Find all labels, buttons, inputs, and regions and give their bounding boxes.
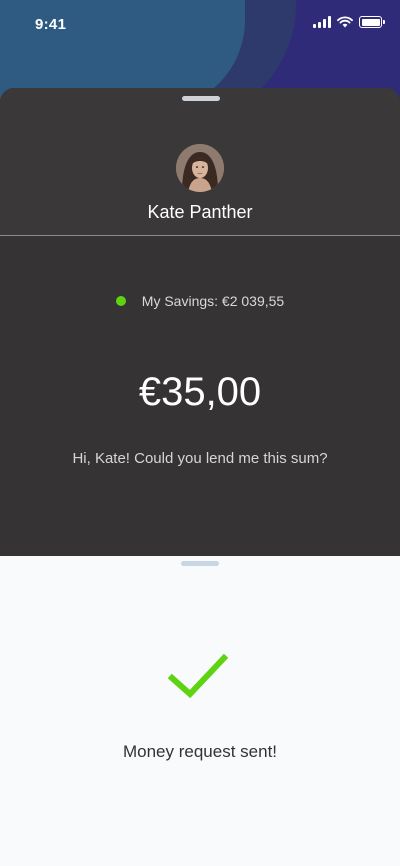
request-amount: €35,00 [138, 370, 262, 414]
battery-icon [359, 16, 385, 28]
confirmation-sheet: Money request sent! [0, 556, 400, 866]
sheet-grabber[interactable] [182, 96, 220, 101]
signal-icon [313, 16, 331, 28]
wifi-icon [337, 16, 353, 28]
avatar-photo [176, 144, 224, 192]
savings-label: My Savings: €2 039,55 [141, 293, 285, 309]
avatar [176, 144, 224, 192]
status-icons [313, 16, 385, 28]
status-bar: 9:41 [0, 0, 400, 48]
status-time: 9:41 [35, 16, 67, 33]
savings-balance: My Savings: €2 039,55 [0, 293, 400, 309]
contact-name: Kate Panther [147, 202, 253, 222]
request-sheet: Kate Panther My Savings: €2 039,55 €35,0… [0, 88, 400, 556]
confirmation-text: Money request sent! [122, 742, 278, 761]
checkmark-icon [168, 653, 228, 699]
status-dot-icon [115, 296, 126, 306]
sheet-grabber[interactable] [181, 561, 219, 566]
request-message: Hi, Kate! Could you lend me this sum? [72, 450, 328, 467]
contact-header: Kate Panther [0, 88, 400, 236]
